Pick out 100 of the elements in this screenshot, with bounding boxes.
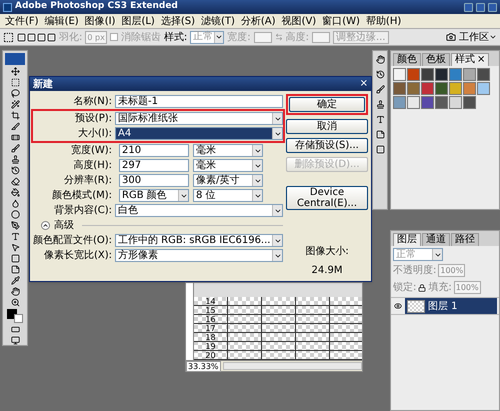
lasso-icon[interactable] [10,89,20,98]
unit-dropdown[interactable]: 毫米 [193,159,263,172]
style-swatch[interactable] [393,82,406,95]
dropdown-field[interactable]: A4 [115,127,283,140]
quick-mask-icon[interactable] [10,325,20,334]
dialog-button[interactable]: 取消 [286,119,368,134]
close-button[interactable] [488,2,497,12]
marquee-icon[interactable] [3,32,14,42]
workspace-button[interactable]: 工作区 [459,30,497,44]
dropdown-field[interactable]: 国际标准纸张 [115,112,283,125]
style-swatch[interactable] [421,96,434,109]
expand-icon[interactable] [41,221,50,230]
tab-close[interactable]: × [477,54,486,65]
style-swatch[interactable] [435,82,448,95]
stamp-icon[interactable] [10,155,20,164]
dialog-button[interactable]: 确定 [289,97,365,112]
dropdown-field[interactable]: 工作中的 RGB: sRGB IEC6196... [115,234,283,247]
zoom-field[interactable]: 33.33% [186,360,221,372]
rectangle-icon[interactable] [10,254,20,263]
style-swatch[interactable] [435,96,448,109]
style-swatch[interactable] [407,96,420,109]
menu-item[interactable]: 文件(F) [2,14,42,28]
dock-tool-icon[interactable] [376,130,384,139]
menu-item[interactable]: 选择(S) [158,14,198,28]
name-field[interactable]: 未标题-1 [115,95,283,108]
unit-dropdown[interactable]: 毫米 [193,144,263,157]
note-icon[interactable] [10,265,20,274]
menu-item[interactable]: 视图(V) [278,14,320,28]
style-swatch[interactable] [449,68,462,81]
dock-tool-icon[interactable] [376,100,384,109]
lock-icon[interactable] [418,284,426,292]
history-brush-icon[interactable] [10,166,20,175]
dialog-button[interactable]: Device Central(E)... [286,186,368,210]
menu-item[interactable]: 滤镜(T) [198,14,238,28]
dock-tool-icon[interactable] [376,55,384,64]
number-field[interactable]: 210 [119,144,189,157]
visibility-toggle[interactable] [393,302,403,310]
camera-icon[interactable] [446,32,456,42]
dropdown-field[interactable]: 白色 [115,204,283,217]
paint-bucket-icon[interactable] [10,188,20,197]
screen-mode-icon[interactable] [10,336,20,345]
maximize-button[interactable] [476,2,485,12]
pointer-icon[interactable] [10,243,20,252]
slice-icon[interactable] [10,122,20,131]
style-swatch[interactable] [407,68,420,81]
move-icon[interactable] [10,67,20,76]
crop-icon[interactable] [10,111,20,120]
marquee-icon[interactable] [10,78,20,87]
style-swatch[interactable] [449,96,462,109]
close-button[interactable]: × [360,79,368,89]
layer-row[interactable]: 图层 1 [405,298,497,314]
eraser-icon[interactable] [10,177,20,186]
panel-tab[interactable]: 样式 × [451,53,490,66]
number-field[interactable]: 300 [119,174,189,187]
mode-dropdown[interactable]: RGB 颜色 [119,189,189,202]
style-swatch[interactable] [393,96,406,109]
dock-tool-icon[interactable] [376,70,384,79]
menu-item[interactable]: 窗口(W) [319,14,363,28]
height-field[interactable] [312,32,330,42]
style-swatch[interactable] [435,68,448,81]
style-swatch[interactable] [421,68,434,81]
dropdown-field[interactable]: 方形像素 [115,249,283,262]
style-swatch[interactable] [463,68,476,81]
panel-tab[interactable]: 颜色 [393,53,421,66]
style-swatch[interactable] [463,82,476,95]
number-field[interactable]: 297 [119,159,189,172]
panel-tab[interactable]: 通道 [422,233,450,246]
panel-tab[interactable]: 图层 [393,233,421,246]
pen-icon[interactable] [10,221,20,230]
unit-dropdown[interactable]: 像素/英寸 [193,174,263,187]
hand-icon[interactable] [10,287,20,296]
style-swatch[interactable] [477,68,490,81]
style-swatch[interactable] [421,82,434,95]
style-swatch[interactable] [449,82,462,95]
dock-tool-icon[interactable] [376,115,384,124]
style-swatch[interactable] [477,82,490,95]
bandage-icon[interactable] [10,133,20,142]
type-icon[interactable] [10,232,20,241]
zoom-icon[interactable] [10,298,20,307]
dialog-button[interactable]: 存储预设(S)... [286,138,368,153]
droplet-icon[interactable] [10,199,20,208]
style-swatch[interactable] [407,82,420,95]
style-swatch[interactable] [463,96,476,109]
horizontal-scrollbar[interactable] [222,362,362,370]
bit-depth-dropdown[interactable]: 8 位 [193,189,263,202]
menu-item[interactable]: 图像(I) [82,14,118,28]
brush-icon[interactable] [10,144,20,153]
menu-item[interactable]: 分析(A) [238,14,279,28]
style-swatch[interactable] [393,68,406,81]
wand-icon[interactable] [10,100,20,109]
width-field[interactable] [254,32,272,42]
color-swatches-icon[interactable] [7,309,23,323]
eyedropper-icon[interactable] [10,276,20,285]
minimize-button[interactable] [464,2,473,12]
panel-tab[interactable]: 路径 [451,233,479,246]
menu-item[interactable]: 图层(L) [118,14,158,28]
menu-item[interactable]: 帮助(H) [362,14,404,28]
dock-tool-icon[interactable] [376,85,384,94]
dock-tool-icon[interactable] [376,145,384,154]
menu-item[interactable]: 编辑(E) [42,14,82,28]
